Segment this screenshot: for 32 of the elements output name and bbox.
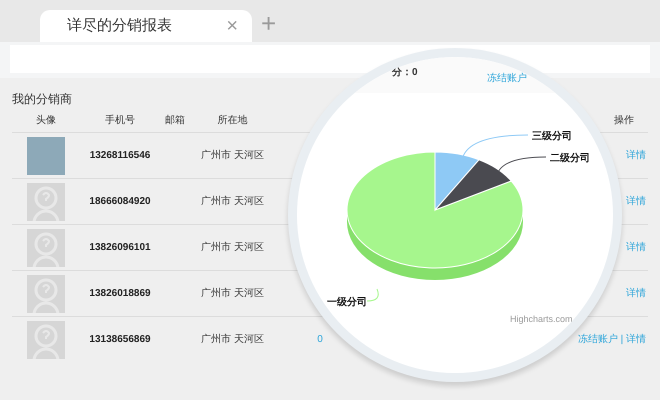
phone-number: 13826096101 <box>89 242 151 253</box>
row-action-links[interactable]: 详情 <box>626 286 646 301</box>
phone-number: 13268116546 <box>90 150 150 161</box>
section-title: 我的分销商 <box>12 91 73 108</box>
slice-label: 二级分司 <box>550 153 590 164</box>
row-action-links[interactable]: 详情 <box>626 148 646 163</box>
slice-label: 一级分司 <box>327 297 367 308</box>
location-text: 广州市 天河区 <box>201 242 264 253</box>
row-action-links[interactable]: 冻结账户 | 详情 <box>578 332 646 347</box>
count-text: 0 <box>317 334 323 345</box>
phone-number: 13138656869 <box>89 334 151 345</box>
column-header: 操作 <box>614 114 634 128</box>
freeze-account-link[interactable]: 冻结账户 <box>487 71 527 86</box>
close-icon[interactable]: × <box>226 16 238 36</box>
column-header: 所在地 <box>216 114 248 128</box>
chart-credit-text: Highcharts.com <box>510 314 573 324</box>
phone-number: 18666084920 <box>89 196 151 207</box>
row-action-links[interactable]: 详情 <box>626 240 646 255</box>
phone-number: 13826018869 <box>89 288 151 299</box>
location-text: 广州市 天河区 <box>201 334 264 345</box>
column-header: 手机号 <box>104 114 136 128</box>
leader-line <box>366 288 379 302</box>
location-text: 广州市 天河区 <box>201 196 264 207</box>
row-action-links[interactable]: 详情 <box>626 194 646 209</box>
column-header: 头像 <box>35 114 57 128</box>
location-text: 广州市 天河区 <box>201 288 264 299</box>
new-tab-icon[interactable]: + <box>261 10 276 36</box>
tab-title: 详尽的分销报表 <box>67 16 172 36</box>
column-header: 邮箱 <box>164 114 186 128</box>
location-text: 广州市 天河区 <box>201 150 264 161</box>
browser-tab[interactable]: 详尽的分销报表 × <box>40 10 252 42</box>
slice-label: 三级分司 <box>532 131 572 142</box>
